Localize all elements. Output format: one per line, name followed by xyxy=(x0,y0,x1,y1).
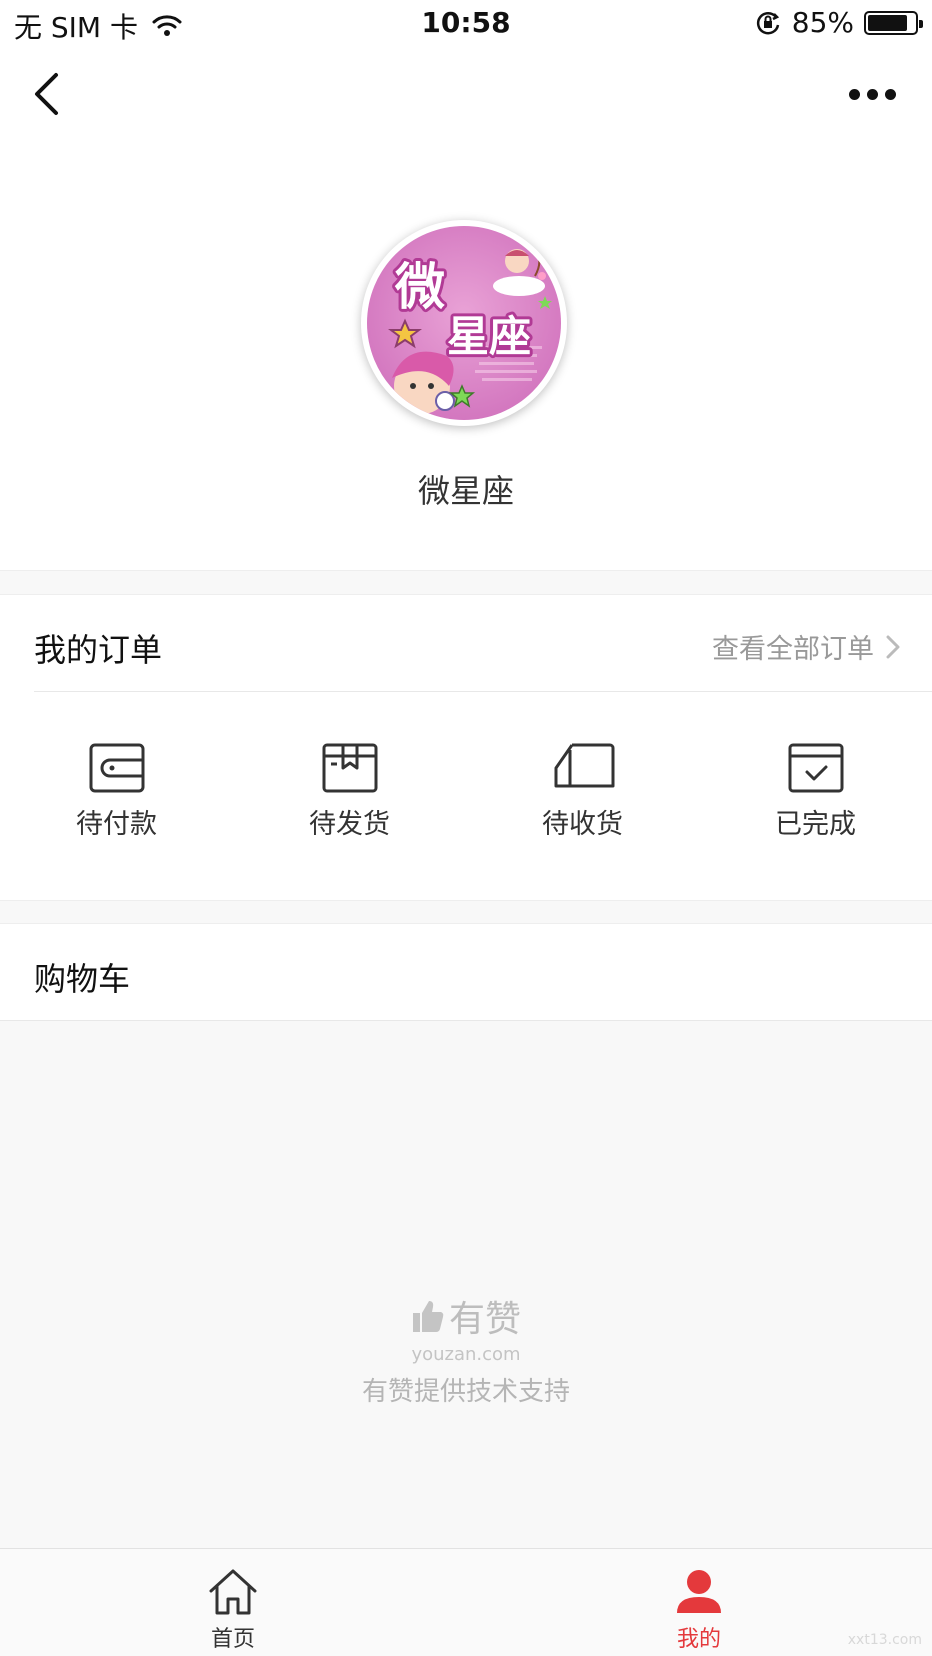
status-bar: 无 SIM 卡 10:58 85% xyxy=(0,0,932,48)
battery-percent: 85% xyxy=(791,6,854,39)
tab-bar: 首页 我的 xyxy=(0,1548,932,1656)
orders-title: 我的订单 xyxy=(34,631,163,669)
cart-row[interactable]: 购物车 xyxy=(0,924,932,1021)
orientation-lock-icon xyxy=(756,11,779,34)
tab-label: 首页 xyxy=(210,1627,255,1652)
thumbs-up-icon xyxy=(412,1301,444,1332)
more-button[interactable] xyxy=(842,74,902,114)
home-icon xyxy=(209,1569,257,1615)
status-right: 85% xyxy=(754,6,923,39)
brand-name: 有赞 xyxy=(448,1299,521,1340)
avatar[interactable]: 微 星座 xyxy=(361,220,567,426)
nav-bar xyxy=(0,48,932,140)
order-status-list: 待付款 待发货 待收货 已完成 xyxy=(0,692,932,900)
tab-home[interactable]: 首页 xyxy=(0,1549,466,1656)
brand-support-text: 有赞提供技术支持 xyxy=(361,1377,570,1407)
avatar-image: 微 星座 xyxy=(367,226,561,420)
order-item-pending-payment[interactable]: 待付款 xyxy=(0,692,233,900)
orders-section: 我的订单 查看全部订单 待付款 待发货 待收货 已完成 xyxy=(0,595,932,900)
view-all-orders-link[interactable]: 查看全部订单 xyxy=(712,627,900,666)
view-all-orders-label: 查看全部订单 xyxy=(712,634,874,665)
battery-icon xyxy=(864,10,923,35)
check-box-icon xyxy=(788,743,843,793)
battery-fill xyxy=(868,14,908,31)
chevron-left-icon xyxy=(35,73,58,115)
avatar-text-2: 星座 xyxy=(447,312,531,361)
chevron-right-icon xyxy=(886,635,900,658)
user-icon xyxy=(677,1570,721,1613)
order-item-pending-shipment[interactable]: 待发货 xyxy=(233,692,466,900)
order-item-label: 已完成 xyxy=(775,809,856,840)
brand-footer: 有赞 youzan.com 有赞提供技术支持 xyxy=(0,1290,932,1408)
brand-domain: youzan.com xyxy=(411,1344,521,1365)
shop-name: 微星座 xyxy=(417,472,514,510)
brand-logo: 有赞 xyxy=(411,1290,521,1342)
order-item-pending-receipt[interactable]: 待收货 xyxy=(466,692,699,900)
order-item-completed[interactable]: 已完成 xyxy=(699,692,932,900)
ellipsis-icon xyxy=(848,88,860,100)
section-divider xyxy=(0,900,932,924)
watermark: xxt13.com xyxy=(847,1632,922,1648)
truck-icon xyxy=(554,743,614,788)
order-item-label: 待发货 xyxy=(309,809,390,840)
cart-label: 购物车 xyxy=(34,960,131,998)
profile-section: 微 星座 微星座 xyxy=(0,140,932,570)
back-button[interactable] xyxy=(22,66,70,122)
orders-header[interactable]: 我的订单 查看全部订单 xyxy=(34,595,932,692)
order-item-label: 待收货 xyxy=(542,809,623,840)
section-divider xyxy=(0,570,932,595)
avatar-text-1: 微 xyxy=(394,258,445,316)
tab-label: 我的 xyxy=(676,1627,721,1652)
package-icon xyxy=(322,743,377,793)
order-item-label: 待付款 xyxy=(76,809,157,840)
wallet-icon xyxy=(89,743,144,793)
